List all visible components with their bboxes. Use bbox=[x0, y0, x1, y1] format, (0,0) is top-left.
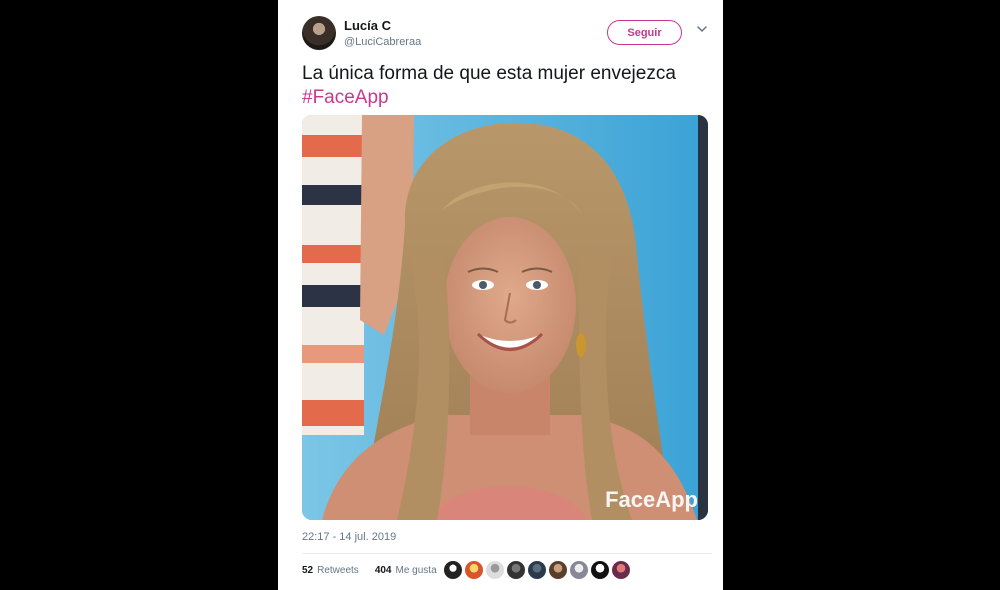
tweet-photo[interactable]: FaceApp bbox=[302, 115, 708, 520]
author-name[interactable]: Lucía C bbox=[344, 18, 391, 33]
avatar[interactable] bbox=[612, 561, 630, 579]
likes-label[interactable]: Me gusta bbox=[396, 565, 437, 576]
tweet-timestamp[interactable]: 22:17 - 14 jul. 2019 bbox=[302, 531, 396, 543]
author-handle[interactable]: @LuciCabreraa bbox=[344, 36, 421, 48]
avatar[interactable] bbox=[570, 561, 588, 579]
retweets-label[interactable]: Retweets bbox=[317, 565, 359, 576]
avatar[interactable] bbox=[549, 561, 567, 579]
follow-button[interactable]: Seguir bbox=[607, 20, 682, 45]
chevron-down-icon[interactable] bbox=[696, 23, 708, 35]
avatar[interactable] bbox=[302, 16, 336, 50]
tweet-body: La única forma de que esta mujer envejez… bbox=[302, 63, 676, 84]
avatar[interactable] bbox=[465, 561, 483, 579]
likes-count[interactable]: 404 bbox=[375, 565, 392, 576]
avatar[interactable] bbox=[591, 561, 609, 579]
retweets-count[interactable]: 52 bbox=[302, 565, 313, 576]
divider bbox=[302, 553, 712, 554]
avatar[interactable] bbox=[444, 561, 462, 579]
photo-image: FaceApp bbox=[302, 115, 708, 520]
likers-avatars bbox=[444, 561, 630, 579]
avatar[interactable] bbox=[528, 561, 546, 579]
avatar[interactable] bbox=[486, 561, 504, 579]
faceapp-watermark: FaceApp bbox=[605, 487, 698, 512]
tweet-stats: 52 Retweets 404 Me gusta bbox=[302, 565, 437, 576]
tweet-text: La única forma de que esta mujer envejez… bbox=[302, 62, 712, 110]
hashtag-link[interactable]: #FaceApp bbox=[302, 87, 389, 108]
avatar[interactable] bbox=[507, 561, 525, 579]
tweet-card: Lucía C @LuciCabreraa Seguir La única fo… bbox=[278, 0, 723, 590]
